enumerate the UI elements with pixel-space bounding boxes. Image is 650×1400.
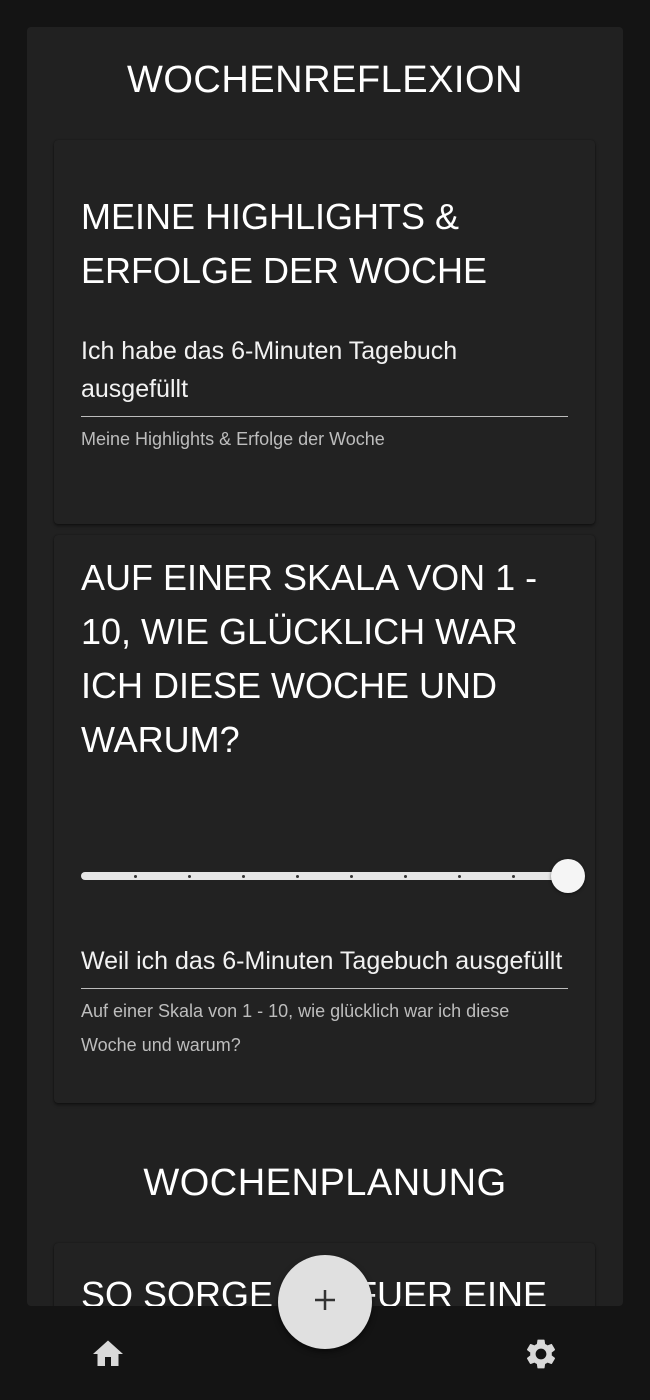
- scroll-content[interactable]: WOCHENREFLEXION MEINE HIGHLIGHTS & ERFOL…: [27, 27, 623, 1306]
- highlights-card: MEINE HIGHLIGHTS & ERFOLGE DER WOCHE Ich…: [54, 140, 595, 524]
- happiness-field-underline: [81, 988, 568, 989]
- section-heading-planning: WOCHENPLANUNG: [143, 1162, 507, 1204]
- slider-tick: [295, 874, 299, 878]
- happiness-card-title: AUF EINER SKALA VON 1 - 10, WIE GLÜCKLIC…: [81, 557, 538, 760]
- slider-track: [81, 872, 568, 880]
- slider-tick: [241, 874, 245, 878]
- slider-tick: [404, 874, 408, 878]
- highlights-card-title: MEINE HIGHLIGHTS & ERFOLGE DER WOCHE: [81, 196, 488, 291]
- slider-tick: [350, 874, 354, 878]
- gear-icon[interactable]: [523, 1336, 559, 1372]
- happiness-card: AUF EINER SKALA VON 1 - 10, WIE GLÜCKLIC…: [54, 535, 595, 1103]
- happiness-reason-field[interactable]: Weil ich das 6-Minuten Tagebuch ausgefül…: [81, 942, 568, 980]
- highlights-field-underline: [81, 416, 568, 417]
- home-icon[interactable]: [90, 1336, 126, 1372]
- slider-tick: [133, 874, 137, 878]
- highlights-field[interactable]: Ich habe das 6-Minuten Tagebuch ausgefül…: [81, 332, 568, 408]
- section-heading-reflection: WOCHENREFLEXION: [127, 59, 523, 101]
- slider-tick: [187, 874, 191, 878]
- happiness-slider[interactable]: [81, 856, 586, 896]
- add-entry-button[interactable]: [278, 1255, 372, 1349]
- slider-thumb[interactable]: [551, 859, 585, 893]
- happiness-helper-text: Auf einer Skala von 1 - 10, wie glücklic…: [81, 1001, 510, 1055]
- highlights-helper-text: Meine Highlights & Erfolge der Woche: [81, 429, 385, 449]
- plus-icon: [310, 1285, 340, 1320]
- slider-tick: [458, 874, 462, 878]
